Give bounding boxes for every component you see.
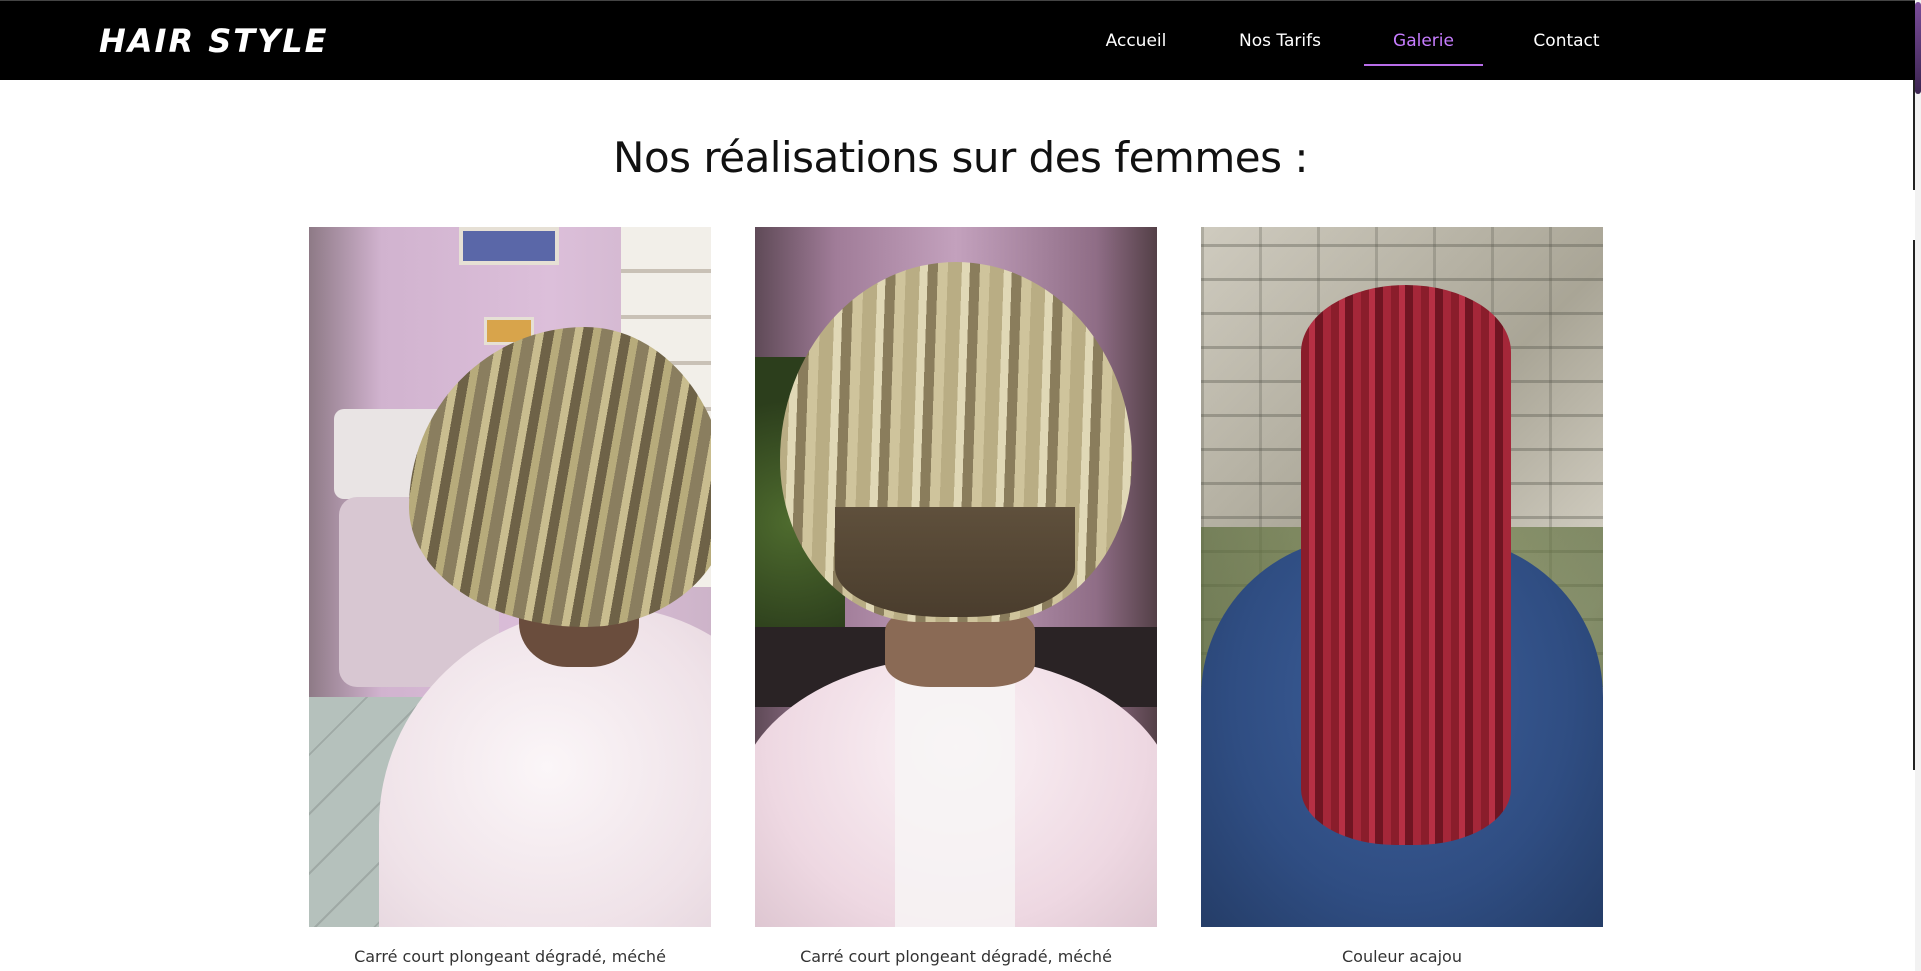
nav-galerie-label: Galerie [1393,31,1454,51]
haircut-photo[interactable] [309,227,711,927]
page-title: Nos réalisations sur des femmes : [613,133,1308,182]
scrollbar-thumb[interactable] [1915,2,1921,94]
active-underline [1364,64,1483,66]
window-edge [1913,240,1915,770]
photo-caption: Couleur acajou [1342,947,1462,966]
nav-contact[interactable]: Contact [1520,1,1613,81]
brand-logo[interactable]: HAIR STYLE [99,22,329,60]
gallery-item[interactable]: Carré court plongeant dégradé, méché [309,227,711,966]
haircut-photo[interactable] [1201,227,1603,927]
nav-nos-tarifs[interactable]: Nos Tarifs [1219,1,1341,81]
photo-caption: Carré court plongeant dégradé, méché [800,947,1112,966]
nav-accueil[interactable]: Accueil [1086,1,1186,81]
gallery-item[interactable]: Carré court plongeant dégradé, méché [755,227,1157,966]
photo-caption: Carré court plongeant dégradé, méché [354,947,666,966]
gallery-item[interactable]: Couleur acajou [1201,227,1603,966]
top-navbar: HAIR STYLE Accueil Nos Tarifs Galerie Co… [0,0,1921,80]
haircut-photo[interactable] [755,227,1157,927]
nav-galerie[interactable]: Galerie [1364,1,1483,81]
